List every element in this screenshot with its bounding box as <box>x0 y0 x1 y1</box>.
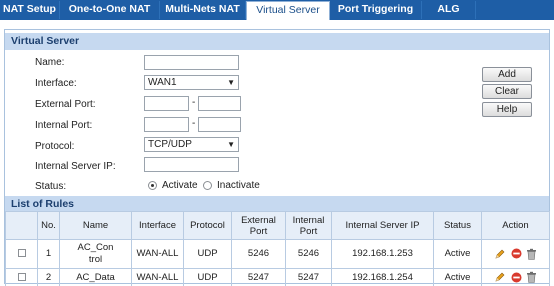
status-inactivate-label: Inactivate <box>217 180 260 191</box>
table-row: 1 AC_Control WAN-ALL UDP 5246 5246 192.1… <box>5 239 550 269</box>
rule-status: Active <box>433 268 482 286</box>
tab-bar: NAT Setup One-to-One NAT Multi-Nets NAT … <box>0 0 554 20</box>
pencil-icon[interactable] <box>494 271 506 283</box>
no-entry-icon[interactable] <box>511 272 522 283</box>
server-ip-input[interactable] <box>144 157 239 172</box>
rule-status: Active <box>433 239 482 269</box>
column-header-server-ip: Internal Server IP <box>331 211 434 240</box>
rules-table: No. Name Interface Protocol External Por… <box>5 211 550 286</box>
trash-icon[interactable] <box>526 248 537 260</box>
rule-external-port: 5247 <box>231 268 286 286</box>
rule-no: 2 <box>37 268 60 286</box>
column-header-interface: Interface <box>131 211 184 240</box>
tab-multi-nets-nat[interactable]: Multi-Nets NAT <box>160 1 246 19</box>
internal-port-start-input[interactable] <box>144 117 189 132</box>
dropdown-arrow-icon: ▼ <box>227 78 235 87</box>
rule-server-ip: 192.168.1.254 <box>331 268 434 286</box>
internal-port-label: Internal Port: <box>35 120 93 131</box>
protocol-select[interactable]: TCP/UDP ▼ <box>144 137 239 152</box>
interface-select[interactable]: WAN1 ▼ <box>144 75 239 90</box>
rule-actions <box>481 268 550 286</box>
column-header-name: Name <box>59 211 132 240</box>
clear-button[interactable]: Clear <box>482 84 532 99</box>
column-header-protocol: Protocol <box>183 211 232 240</box>
trash-icon[interactable] <box>526 271 537 284</box>
rule-internal-port: 5246 <box>285 239 332 269</box>
dropdown-arrow-icon: ▼ <box>227 140 235 149</box>
rule-no: 1 <box>37 239 60 269</box>
rule-name-text: AC_Control <box>77 242 114 265</box>
column-header-internal-port: Internal Port <box>285 211 332 240</box>
rule-server-ip: 192.168.1.253 <box>331 239 434 269</box>
protocol-select-value: TCP/UDP <box>148 139 192 150</box>
rule-protocol: UDP <box>183 239 232 269</box>
internal-port-end-input[interactable] <box>198 117 241 132</box>
status-activate-radio[interactable] <box>148 181 157 190</box>
rule-protocol: UDP <box>183 268 232 286</box>
tab-virtual-server[interactable]: Virtual Server <box>246 1 330 20</box>
status-label: Status: <box>35 181 67 192</box>
interface-select-value: WAN1 <box>148 77 177 88</box>
row-checkbox-cell <box>5 268 38 286</box>
pencil-icon[interactable] <box>494 248 506 260</box>
name-label: Name: <box>35 57 65 68</box>
no-entry-icon[interactable] <box>511 248 522 259</box>
column-header-status: Status <box>433 211 482 240</box>
column-header-external-port: External Port <box>231 211 286 240</box>
tab-one-to-one-nat[interactable]: One-to-One NAT <box>60 1 160 19</box>
column-header-no: No. <box>37 211 60 240</box>
tab-alg[interactable]: ALG <box>422 1 476 19</box>
external-port-label: External Port: <box>35 99 96 110</box>
rule-actions <box>481 239 550 269</box>
help-button[interactable]: Help <box>482 102 532 117</box>
tab-nat-setup[interactable]: NAT Setup <box>0 1 60 19</box>
row-checkbox-cell <box>5 239 38 269</box>
rule-external-port: 5246 <box>231 239 286 269</box>
external-port-end-input[interactable] <box>198 96 241 111</box>
rule-internal-port: 5247 <box>285 268 332 286</box>
column-header-action: Action <box>481 211 550 240</box>
rule-name: AC_Control <box>59 239 132 269</box>
virtual-server-header: Virtual Server <box>5 33 549 50</box>
protocol-label: Protocol: <box>35 141 75 152</box>
select-all-header <box>5 211 38 240</box>
rule-interface: WAN-ALL <box>131 268 184 286</box>
rule-name: AC_Data <box>59 268 132 286</box>
table-header-row: No. Name Interface Protocol External Por… <box>5 211 550 240</box>
row-checkbox[interactable] <box>17 272 26 281</box>
interface-label: Interface: <box>35 78 77 89</box>
external-port-start-input[interactable] <box>144 96 189 111</box>
rule-interface: WAN-ALL <box>131 239 184 269</box>
server-ip-label: Internal Server IP: <box>35 161 116 172</box>
internal-port-separator: - <box>192 118 196 129</box>
add-button[interactable]: Add <box>482 67 532 82</box>
tab-port-triggering[interactable]: Port Triggering <box>330 1 422 19</box>
table-row: 2 AC_Data WAN-ALL UDP 5247 5247 192.168.… <box>5 268 550 286</box>
external-port-separator: - <box>192 97 196 108</box>
name-input[interactable] <box>144 55 239 70</box>
row-checkbox[interactable] <box>17 249 26 258</box>
status-activate-label: Activate <box>162 180 198 191</box>
status-inactivate-radio[interactable] <box>203 181 212 190</box>
